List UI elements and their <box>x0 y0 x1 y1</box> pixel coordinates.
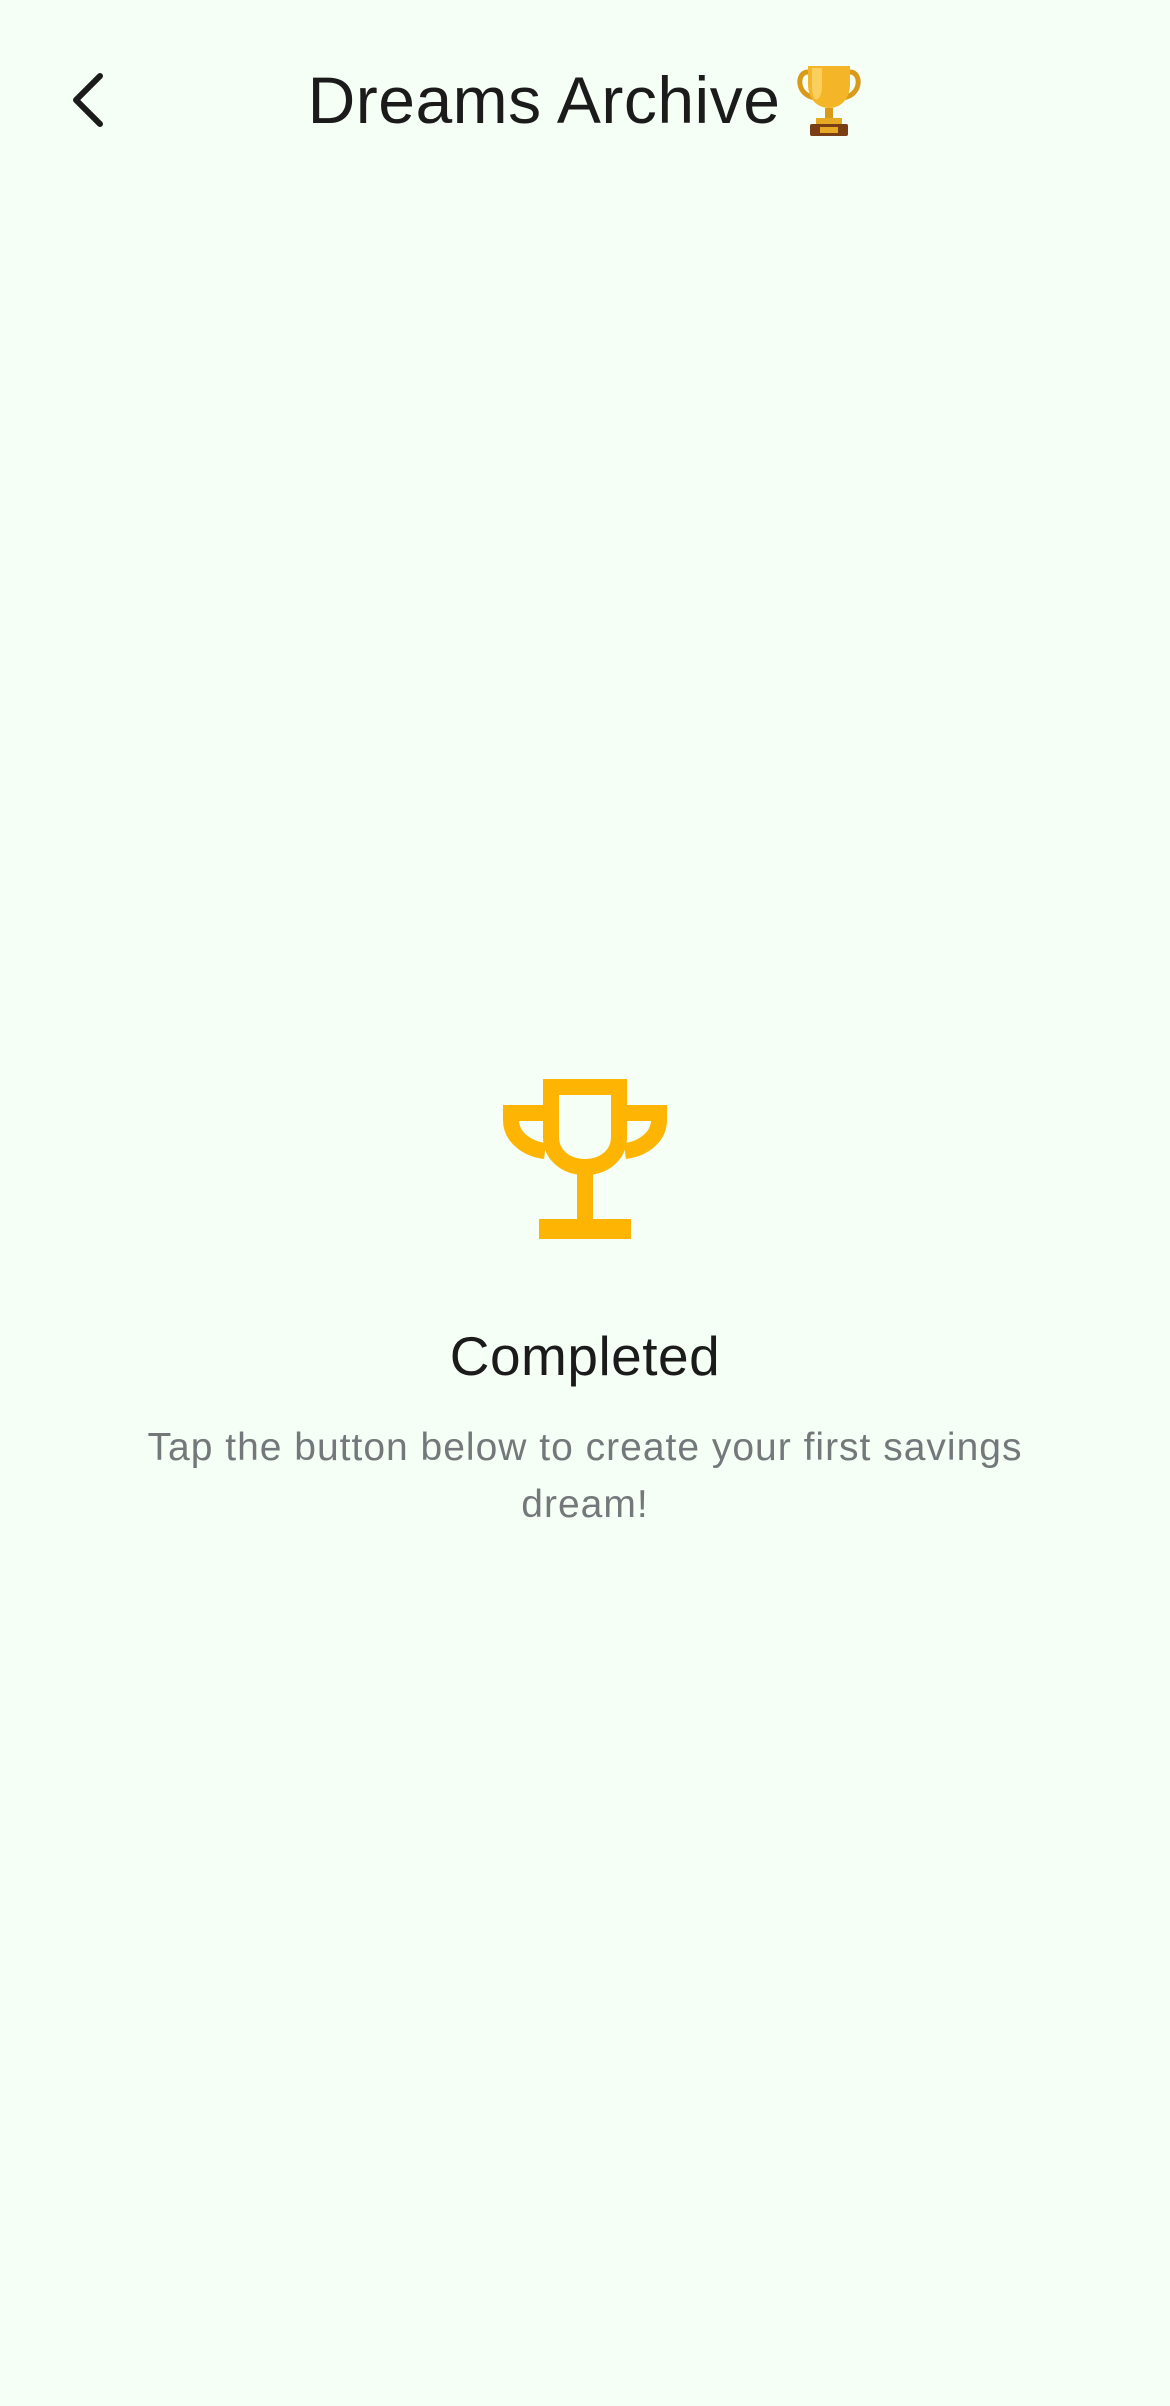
trophy-icon <box>503 1079 667 1239</box>
trophy-emoji-icon <box>797 66 861 136</box>
dreams-archive-screen: Dreams Archive Completed Tap the button … <box>0 0 1170 2406</box>
empty-state-subtitle: Tap the button below to create your firs… <box>147 1426 1023 1526</box>
empty-state-title: Completed <box>449 1325 721 1387</box>
page-title-text: Dreams Archive <box>307 63 781 137</box>
app-bar: Dreams Archive <box>0 0 1170 200</box>
empty-state: Completed Tap the button below to create… <box>0 1075 1170 1533</box>
page-title: Dreams Archive <box>0 58 1170 142</box>
